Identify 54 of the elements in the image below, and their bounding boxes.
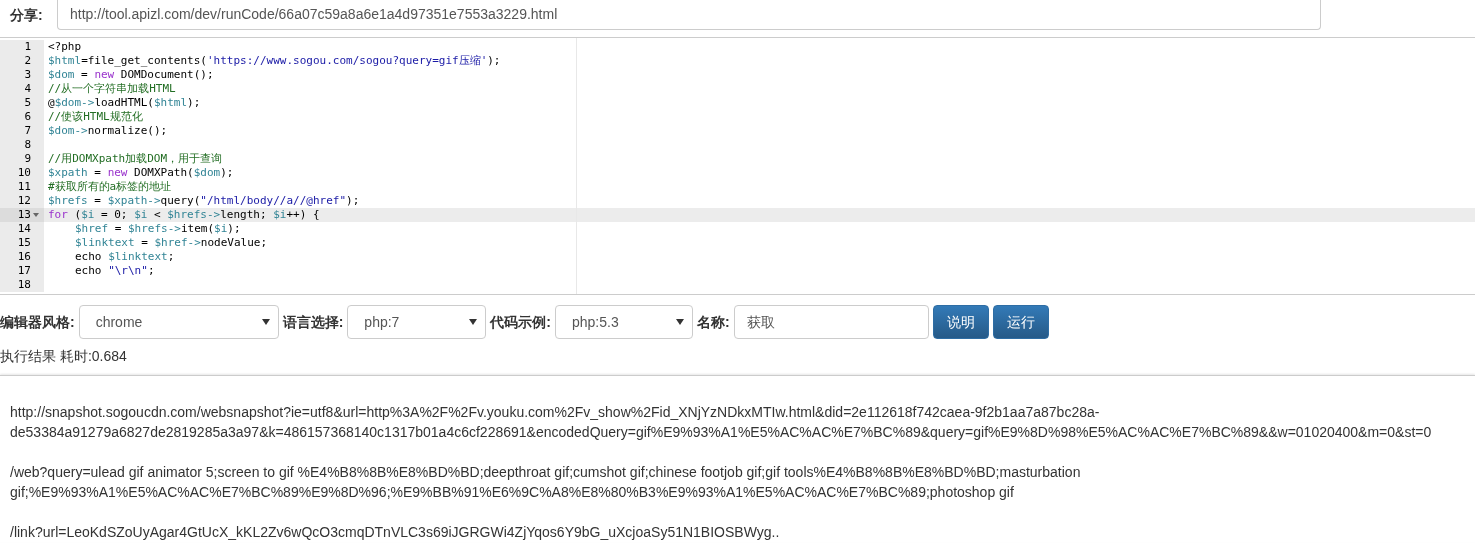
share-label: 分享: [10,6,44,25]
line-number: 13 [17,208,31,222]
line-number: 17 [17,264,31,278]
field-label: 名称: [697,312,730,332]
line-number: 7 [24,124,31,138]
caret-icon [676,319,684,325]
code-line: #获取所有的a标签的地址 [47,180,172,194]
result-text: /link?url=LeoKdSZoUyAgar4GtUcX_kKL2Zv6wQcO3cmqDTnVLC3s69iJGRGWi4ZjYqos6Y9bG_uXcjoaSy51N1BIOSBWyg.. [10,523,781,542]
caret-icon [261,319,270,325]
caret-icon [469,319,478,325]
line-number: 2 [24,54,31,68]
line-number: 8 [24,138,31,152]
code-line: $html=file_get_contents('https://www.sogou.com/sogou?query=gif压缩'); [47,54,501,68]
action-button[interactable]: 说明 [932,305,989,339]
name-field[interactable]: 获取 [733,305,929,339]
share-url-field[interactable]: http://tool.apizl.com/dev/runCode/66a07c59a8a6e1a4d97351e7553a3229.html [57,0,1321,30]
line-number: 10 [17,166,31,180]
code-line: $linktext = $href->nodeValue; [74,236,268,250]
action-button[interactable]: 运行 [992,305,1049,339]
line-number: 5 [24,96,31,110]
code-line: //用DOMXpath加载DOM，用于查询 [47,152,223,166]
field-label: 语言选择: [282,312,344,332]
line-number: 14 [17,222,31,236]
code-line: //从一个字符串加载HTML [47,82,176,96]
line-number: 16 [17,250,31,264]
line-number: 3 [24,68,31,82]
field-label: 代码示例: [490,312,551,332]
result-text: http://snapshot.sogoucdn.com/websnapshot?ie=utf8&url=http%3A%2F%2Fv.youku.com%2Fv_show%2Fid_XNjYzNDkxMTIw.html&did=2e112618f742caea-9f2b1aa7a87bc28a-de53384a91279a6827de2819285a3a97&k=486157368140c1317b01a4c6cf228691&encodedQuery=gif%E9%93%A1%E5%AC%AC%E7%BC%89&query=gif%E9%8D%98%E5%AC%AC%E7%BC%89&&w=01020400&m=0&st=0 [10,403,1433,442]
code-line: $dom = new DOMDocument(); [47,68,214,82]
code-line: $hrefs = $xpath->query("/html/body//a//@href"); [47,194,360,208]
line-number: 9 [24,152,31,166]
line-number: 15 [17,236,31,250]
language-select[interactable]: php:7 [347,305,487,339]
result-title: 执行结果 耗时:0.684 [0,347,128,366]
line-number: 1 [24,40,31,54]
line-number: 6 [24,110,31,124]
code-line: echo "\r\n"; [74,264,155,278]
line-number: 4 [24,82,31,96]
code-line: echo $linktext; [74,250,175,264]
code-line: $href = $hrefs->item($i); [74,222,241,236]
line-number: 18 [17,278,31,292]
code-line: for ($i = 0; $i < $hrefs->length; $i++) { [47,208,320,222]
line-number: 11 [17,180,31,194]
code-line: //使该HTML规范化 [47,110,143,124]
theme-select[interactable]: chrome [78,305,279,339]
field-label: 编辑器风格: [0,312,75,332]
result-text: /web?query=ulead gif animator 5;screen to gif %E4%B8%8B%E8%BD%BD;deepthroat gif;cumshot gif;chinese footjob gif;gif tools%E4%B8%8B%E8%BD%BD;masturbation gif;%E9%93%A1%E5%AC%AC%E7%BC%89%E9%8D%96;%E9%BB%91%E6%9C%A8%E8%80%B3%E9%93%A1%E5%AC%AC%E7%BC%89;photoshop gif [10,463,1082,502]
code-line: @$dom->loadHTML($html); [47,96,201,110]
line-number: 12 [17,194,31,208]
example-select[interactable]: php:5.3 [555,305,693,339]
code-line: <?php [47,40,82,54]
fold-arrow-icon[interactable] [33,213,39,217]
code-line: $dom->normalize(); [47,124,168,138]
code-line: $xpath = new DOMXPath($dom); [47,166,234,180]
